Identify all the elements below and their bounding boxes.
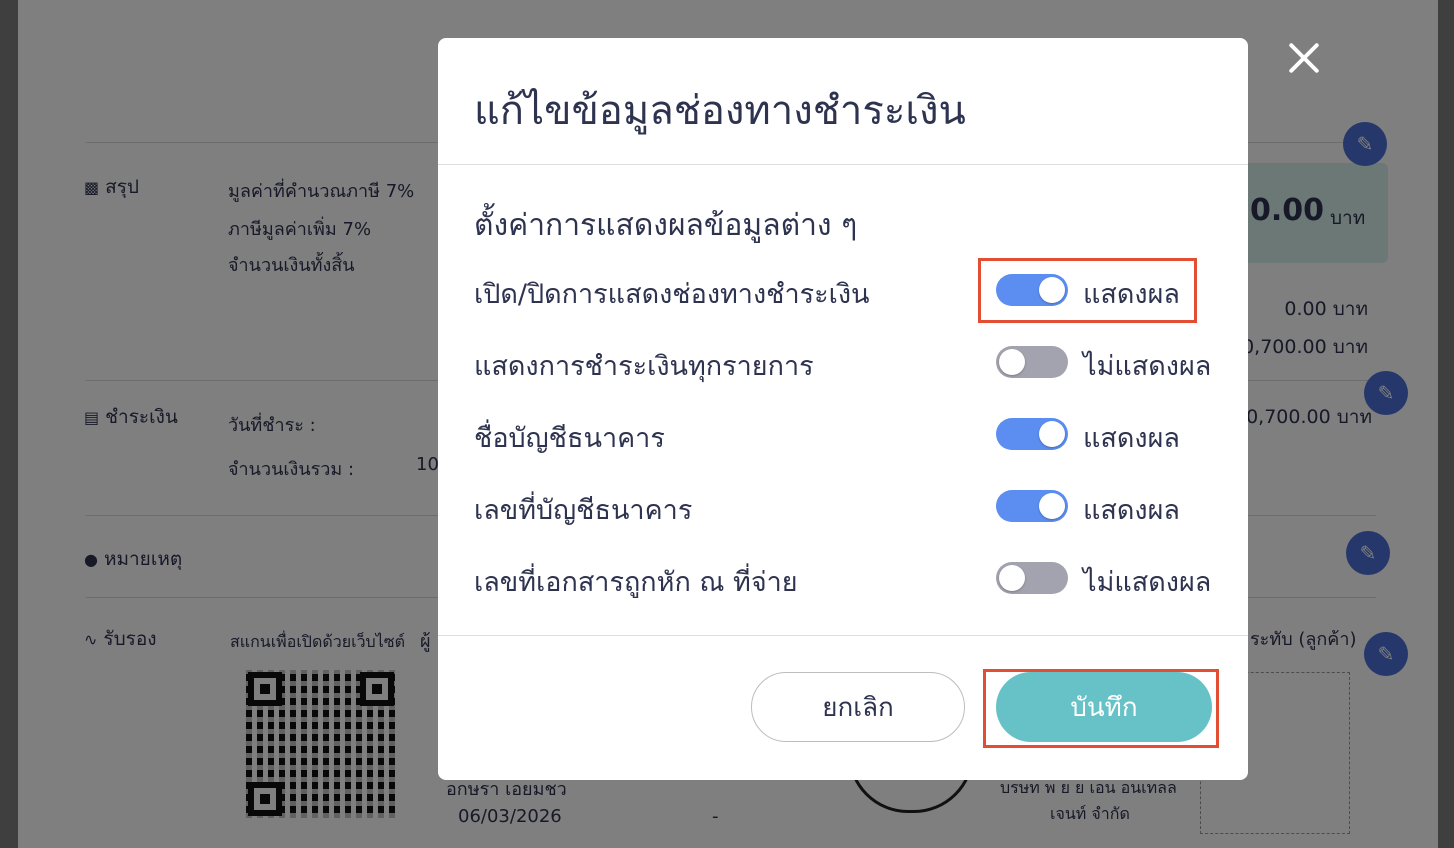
cancel-button[interactable]: ยกเลิก xyxy=(751,672,965,742)
modal-footer-divider xyxy=(438,635,1248,636)
toggle-show-all-payments[interactable] xyxy=(996,346,1068,378)
toggle-label-show-all-payments: แสดงการชำระเงินทุกรายการ xyxy=(474,351,814,382)
toggle-knob xyxy=(999,349,1025,375)
modal-divider xyxy=(438,164,1248,165)
highlight-box xyxy=(978,258,1197,323)
edit-payment-channel-modal: แก้ไขข้อมูลช่องทางชำระเงิน ตั้งค่าการแสด… xyxy=(438,38,1248,780)
toggle-bank-account-number[interactable] xyxy=(996,490,1068,522)
highlight-box xyxy=(983,669,1219,748)
settings-section-title: ตั้งค่าการแสดงผลข้อมูลต่าง ๆ xyxy=(474,208,858,243)
toggle-label-bank-account-number: เลขที่บัญชีธนาคาร xyxy=(474,495,693,526)
toggle-knob xyxy=(1039,493,1065,519)
toggle-label-withholding-doc-number: เลขที่เอกสารถูกหัก ณ ที่จ่าย xyxy=(474,567,798,598)
toggle-withholding-doc-number[interactable] xyxy=(996,562,1068,594)
toggle-knob xyxy=(999,565,1025,591)
toggle-label-bank-account-name: ชื่อบัญชีธนาคาร xyxy=(474,423,665,454)
toggle-status-text: แสดงผล xyxy=(1083,423,1180,454)
toggle-label-show-payment-channel: เปิด/ปิดการแสดงช่องทางชำระเงิน xyxy=(474,279,870,310)
toggle-status-text: แสดงผล xyxy=(1083,495,1180,526)
close-icon[interactable] xyxy=(1284,38,1324,78)
toggle-bank-account-name[interactable] xyxy=(996,418,1068,450)
modal-title: แก้ไขข้อมูลช่องทางชำระเงิน xyxy=(474,88,966,134)
toggle-knob xyxy=(1039,421,1065,447)
toggle-status-text: ไม่แสดงผล xyxy=(1083,351,1212,382)
toggle-status-text: ไม่แสดงผล xyxy=(1083,567,1212,598)
